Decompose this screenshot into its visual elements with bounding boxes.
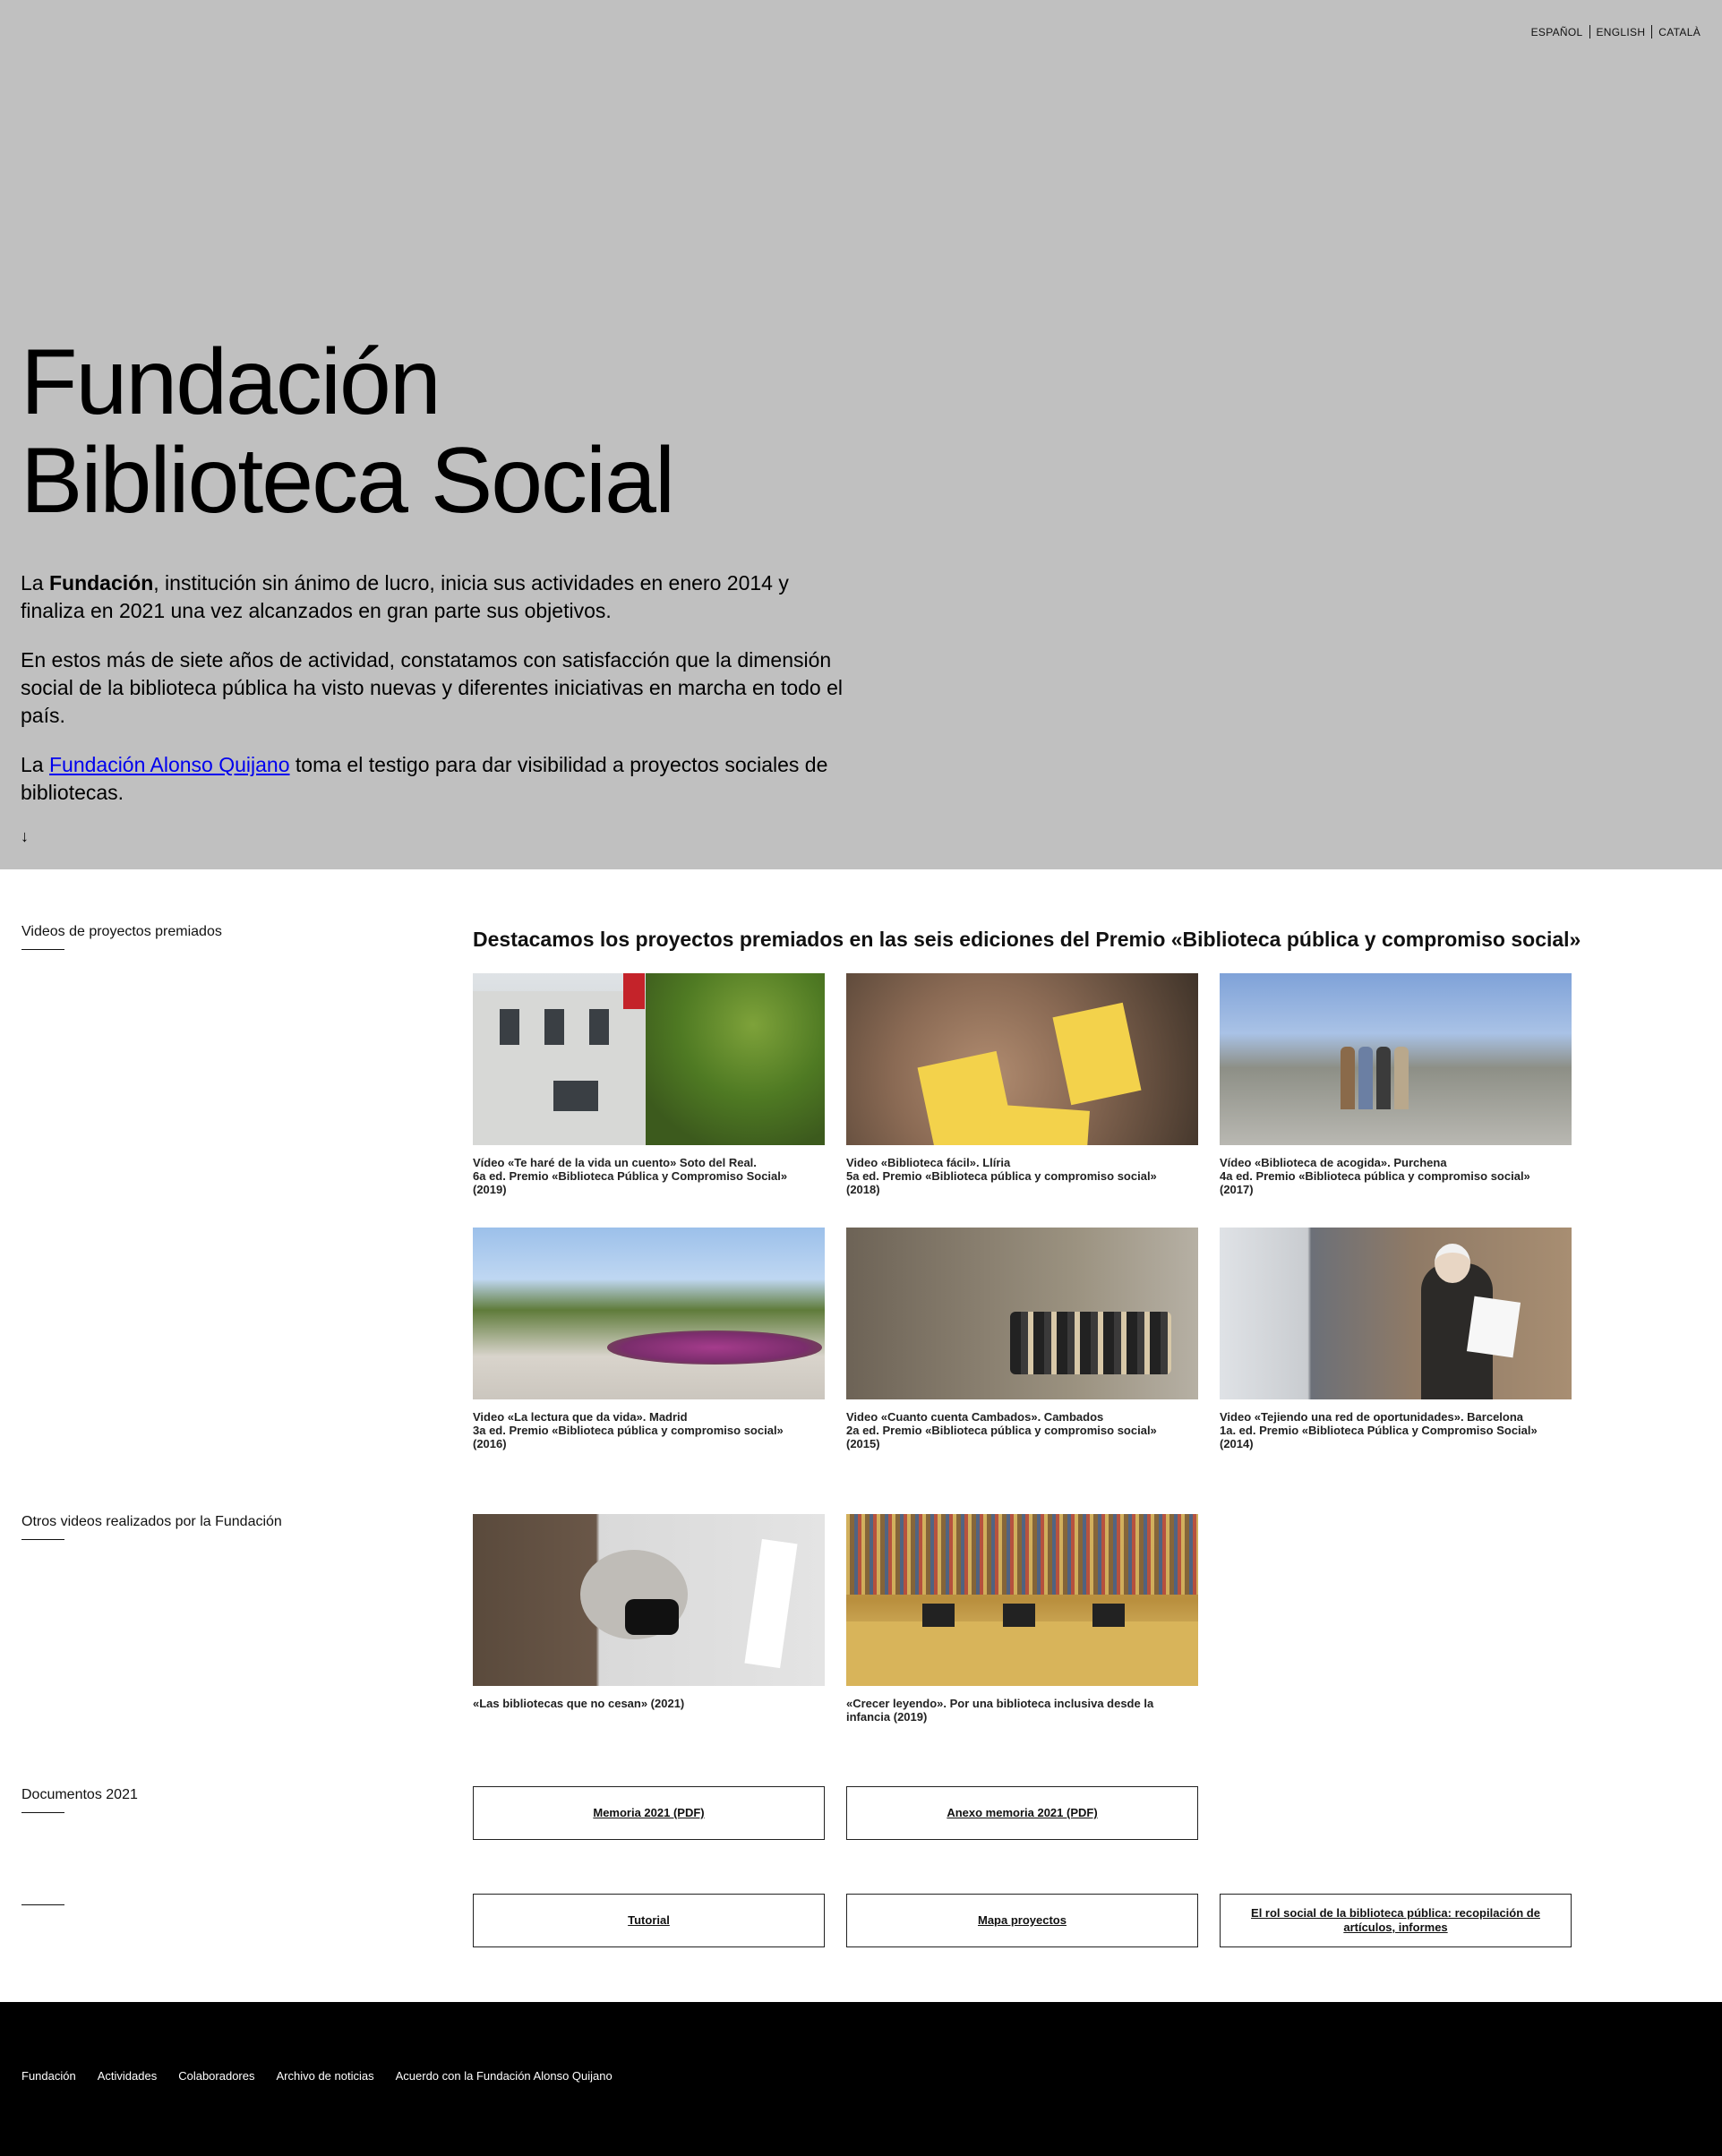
lang-catala[interactable]: CATALÀ: [1652, 26, 1701, 38]
caption-year: (2015): [846, 1437, 880, 1450]
footer-link-acuerdo-alonso-quijano[interactable]: Acuerdo con la Fundación Alonso Quijano: [396, 2069, 613, 2083]
footer-link-colaboradores[interactable]: Colaboradores: [178, 2069, 254, 2083]
section-label-awarded-videos: Videos de proyectos premiados: [21, 923, 222, 950]
caption-title: Video «La lectura que da vida». Madrid: [473, 1410, 688, 1424]
caption-title: Video «Cuanto cuenta Cambados». Cambados: [846, 1410, 1104, 1424]
intro-p1-prefix: La: [21, 571, 49, 595]
intro-paragraph-3: La Fundación Alonso Quijano toma el test…: [21, 751, 844, 807]
video-caption: Video «La lectura que da vida». Madrid 3…: [473, 1410, 825, 1450]
video-caption: Video «Cuanto cuenta Cambados». Cambados…: [846, 1410, 1198, 1450]
video-card[interactable]: «Las bibliotecas que no cesan» (2021): [473, 1514, 825, 1710]
lang-english[interactable]: ENGLISH: [1590, 26, 1652, 38]
hero-intro: La Fundación, institución sin ánimo de l…: [21, 569, 844, 828]
video-caption: «Las bibliotecas que no cesan» (2021): [473, 1697, 685, 1710]
rol-social-articles-button[interactable]: El rol social de la biblioteca pública: …: [1220, 1894, 1572, 1947]
section-label-text: Otros videos realizados por la Fundación: [21, 1514, 282, 1529]
memoria-2021-pdf-button[interactable]: Memoria 2021 (PDF): [473, 1786, 825, 1840]
footer-link-archivo-noticias[interactable]: Archivo de noticias: [276, 2069, 373, 2083]
mapa-proyectos-button[interactable]: Mapa proyectos: [846, 1894, 1198, 1947]
intro-paragraph-2: En estos más de siete años de actividad,…: [21, 648, 843, 727]
footer: Fundación Actividades Colaboradores Arch…: [0, 2002, 1722, 2156]
section-rule: [21, 1904, 64, 1905]
video-caption: Video «Biblioteca fácil». Llíria 5a ed. …: [846, 1156, 1198, 1196]
section-rule: [21, 1539, 64, 1540]
intro-paragraph-1: La Fundación, institución sin ánimo de l…: [21, 569, 844, 625]
caption-edition: 6a ed. Premio «Biblioteca Pública y Comp…: [473, 1169, 788, 1183]
fundacion-alonso-quijano-link[interactable]: Fundación Alonso Quijano: [49, 753, 290, 776]
intro-p3-prefix: La: [21, 753, 49, 776]
video-card[interactable]: Vídeo «Te haré de la vida un cuento» Sot…: [473, 973, 825, 1196]
video-thumbnail[interactable]: [1220, 1228, 1572, 1399]
video-thumbnail[interactable]: [473, 1228, 825, 1399]
footer-nav: Fundación Actividades Colaboradores Arch…: [21, 2069, 613, 2083]
caption-edition: 3a ed. Premio «Biblioteca pública y comp…: [473, 1424, 784, 1437]
caption-edition: 5a ed. Premio «Biblioteca pública y comp…: [846, 1169, 1157, 1183]
caption-title: Vídeo «Te haré de la vida un cuento» Sot…: [473, 1156, 757, 1169]
section-label-text: Documentos 2021: [21, 1787, 138, 1802]
caption-edition: 1a. ed. Premio «Biblioteca Pública y Com…: [1220, 1424, 1538, 1437]
title-line-2: Biblioteca Social: [21, 429, 675, 533]
video-thumbnail[interactable]: [1220, 973, 1572, 1145]
caption-year: (2018): [846, 1183, 880, 1196]
video-card[interactable]: Video «La lectura que da vida». Madrid 3…: [473, 1228, 825, 1450]
video-thumbnail[interactable]: [846, 1514, 1198, 1686]
intro-p1-bold: Fundación: [48, 571, 154, 595]
caption-year: (2017): [1220, 1183, 1254, 1196]
section-label-text: Videos de proyectos premiados: [21, 924, 222, 939]
anexo-memoria-2021-pdf-button[interactable]: Anexo memoria 2021 (PDF): [846, 1786, 1198, 1840]
title-line-1: Fundación: [21, 330, 441, 434]
video-thumbnail[interactable]: [846, 973, 1198, 1145]
awarded-lead-heading: Destacamos los proyectos premiados en la…: [473, 928, 1581, 951]
video-card[interactable]: Vídeo «Biblioteca de acogida». Purchena …: [1220, 973, 1572, 1196]
caption-title: Video «Tejiendo una red de oportunidades…: [1220, 1410, 1524, 1424]
section-rule: [21, 949, 64, 950]
video-card[interactable]: Video «Biblioteca fácil». Llíria 5a ed. …: [846, 973, 1198, 1196]
caption-title: Video «Biblioteca fácil». Llíria: [846, 1156, 1011, 1169]
video-thumbnail[interactable]: [473, 973, 825, 1145]
caption-title: Vídeo «Biblioteca de acogida». Purchena: [1220, 1156, 1447, 1169]
lang-espanol[interactable]: ESPAÑOL: [1525, 26, 1589, 38]
video-card[interactable]: Video «Cuanto cuenta Cambados». Cambados…: [846, 1228, 1198, 1450]
caption-edition: 2a ed. Premio «Biblioteca pública y comp…: [846, 1424, 1157, 1437]
hero-section: ESPAÑOL ENGLISH CATALÀ Fundación Bibliot…: [0, 0, 1722, 869]
video-thumbnail[interactable]: [473, 1514, 825, 1686]
footer-link-fundacion[interactable]: Fundación: [21, 2069, 76, 2083]
caption-year: (2014): [1220, 1437, 1254, 1450]
video-caption: Vídeo «Te haré de la vida un cuento» Sot…: [473, 1156, 825, 1196]
section-label-other-videos: Otros videos realizados por la Fundación: [21, 1513, 282, 1540]
section-rule: [21, 1812, 64, 1813]
video-card[interactable]: «Crecer leyendo». Por una biblioteca inc…: [846, 1514, 1198, 1724]
video-caption: Video «Tejiendo una red de oportunidades…: [1220, 1410, 1572, 1450]
caption-edition: 4a ed. Premio «Biblioteca pública y comp…: [1220, 1169, 1530, 1183]
caption-year: (2019): [473, 1183, 507, 1196]
tutorial-button[interactable]: Tutorial: [473, 1894, 825, 1947]
page-title: Fundación Biblioteca Social: [21, 330, 675, 533]
video-card[interactable]: Video «Tejiendo una red de oportunidades…: [1220, 1228, 1572, 1450]
language-switcher: ESPAÑOL ENGLISH CATALÀ: [1525, 25, 1701, 38]
section-label-documents: Documentos 2021: [21, 1786, 138, 1813]
scroll-down-arrow-icon[interactable]: ↓: [21, 827, 29, 845]
footer-link-actividades[interactable]: Actividades: [98, 2069, 157, 2083]
video-caption: «Crecer leyendo». Por una biblioteca inc…: [846, 1697, 1154, 1724]
caption-year: (2016): [473, 1437, 507, 1450]
video-thumbnail[interactable]: [846, 1228, 1198, 1399]
video-caption: Vídeo «Biblioteca de acogida». Purchena …: [1220, 1156, 1572, 1196]
